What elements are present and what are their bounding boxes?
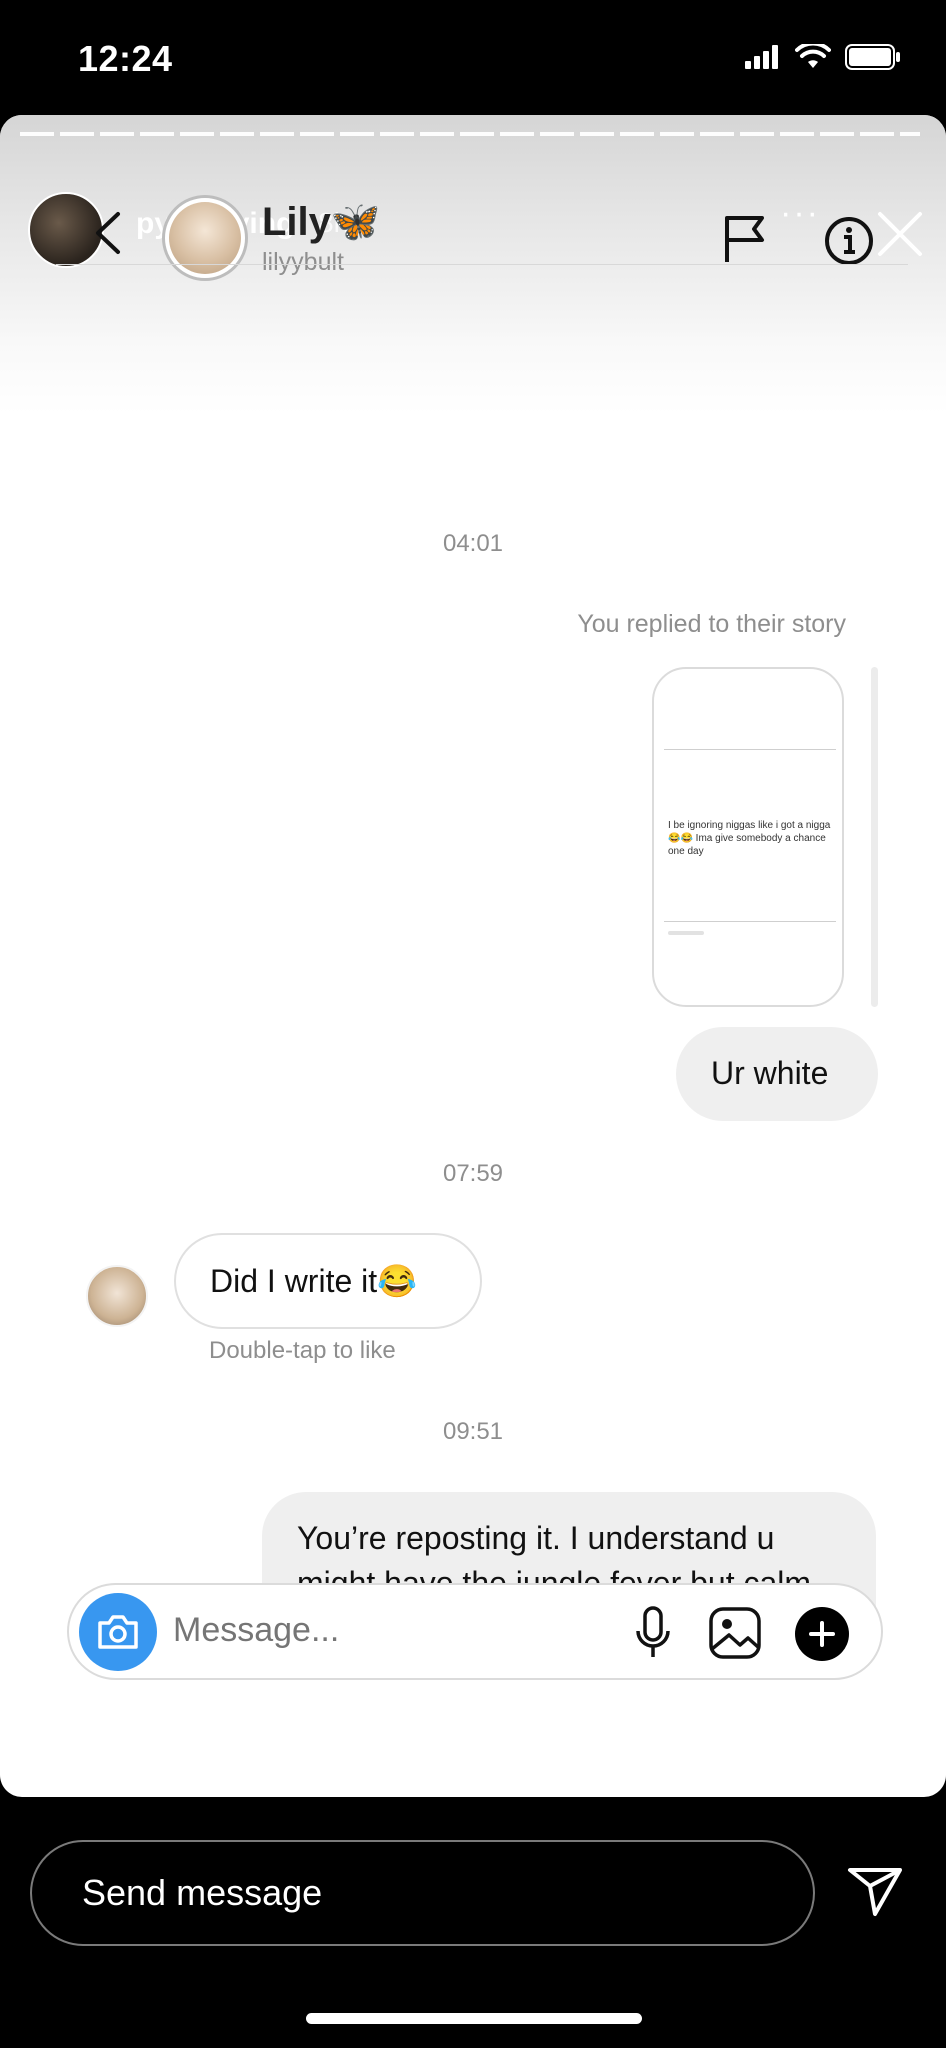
sender-avatar[interactable]: [86, 1265, 148, 1327]
add-button[interactable]: [795, 1607, 849, 1661]
header-divider: [56, 264, 908, 265]
status-icons: [745, 44, 901, 70]
story-more-button[interactable]: ···: [780, 194, 820, 233]
message-input[interactable]: [173, 1611, 593, 1650]
message-text: Did I write it😂: [210, 1263, 417, 1299]
battery-icon: [845, 44, 900, 70]
thumb-divider: [664, 749, 836, 750]
close-icon[interactable]: [872, 206, 928, 262]
dm-contact-handle: lilyybult: [262, 248, 344, 276]
story-reply-label: You replied to their story: [577, 610, 846, 638]
timestamp: 04:01: [442, 530, 504, 557]
thumb-caption: [668, 931, 704, 935]
story-reply-thumbnail[interactable]: I be ignoring niggas like i got a nigga …: [652, 667, 844, 1007]
flag-icon[interactable]: [722, 214, 768, 264]
dm-contact-name[interactable]: Lily🦋: [262, 198, 381, 245]
back-chevron-icon[interactable]: [92, 210, 122, 256]
plus-icon: [809, 1621, 835, 1647]
info-icon[interactable]: [824, 216, 874, 266]
send-message-label: Send message: [82, 1872, 323, 1913]
thumb-divider: [664, 921, 836, 922]
message-text: Ur white: [711, 1055, 829, 1091]
send-message-field[interactable]: Send message: [30, 1840, 815, 1946]
timestamp: 09:51: [442, 1418, 504, 1445]
dm-avatar[interactable]: [162, 195, 248, 281]
gallery-icon[interactable]: [707, 1605, 763, 1661]
status-time: 12:24: [78, 38, 173, 79]
message-composer: [67, 1583, 883, 1680]
status-bar: 12:24: [0, 0, 946, 115]
story-progress-bar: [20, 132, 920, 136]
wifi-icon: [795, 44, 831, 68]
camera-button[interactable]: [79, 1593, 157, 1671]
message-bubble-received[interactable]: Did I write it😂: [174, 1233, 482, 1329]
camera-icon: [98, 1615, 138, 1649]
home-indicator: [306, 2013, 642, 2024]
story-card: pyr3xliving 8h ··· Lily🦋 lilyybult 04:01…: [0, 115, 946, 1797]
cellular-signal-icon: [745, 45, 778, 69]
message-bubble-sent[interactable]: Ur white: [676, 1027, 878, 1121]
story-header: pyr3xliving 8h ··· Lily🦋 lilyybult: [0, 150, 946, 281]
microphone-icon[interactable]: [633, 1605, 673, 1661]
story-preview-text: I be ignoring niggas like i got a nigga …: [668, 820, 831, 857]
send-icon[interactable]: [846, 1862, 904, 1920]
reply-indicator-bar: [871, 667, 878, 1007]
double-tap-hint: Double-tap to like: [209, 1337, 396, 1364]
timestamp: 07:59: [442, 1160, 504, 1187]
